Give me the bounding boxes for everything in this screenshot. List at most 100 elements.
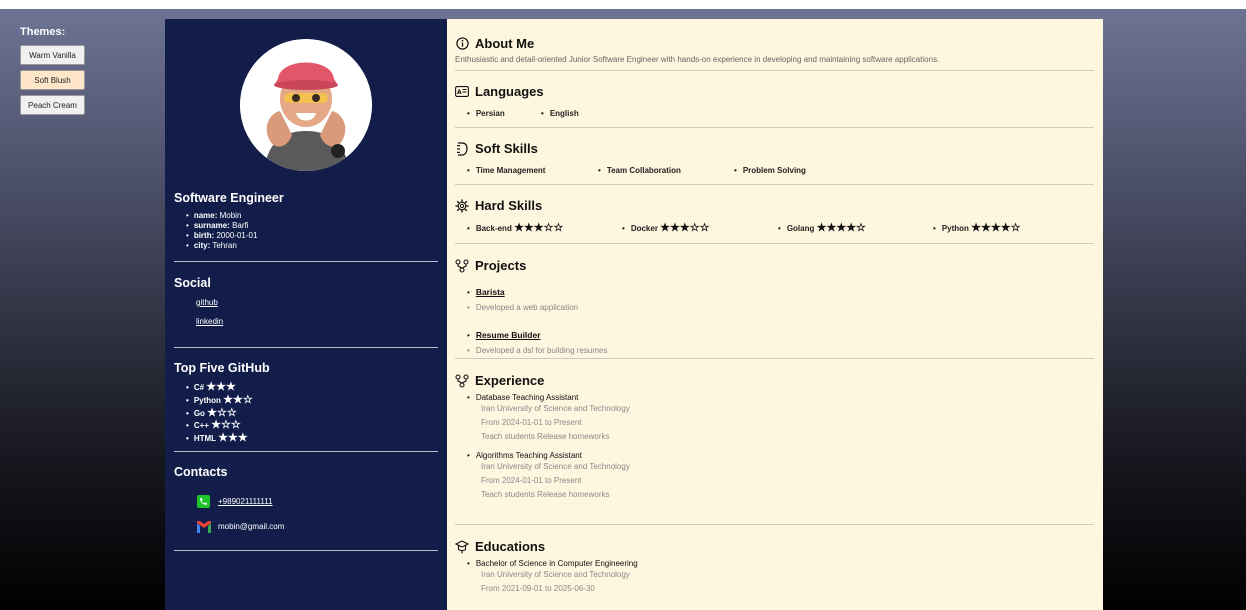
hard-skill-item: Golang ★★★★☆ xyxy=(778,221,933,234)
github-link[interactable]: github xyxy=(196,298,438,307)
soft-skill-item: Team Collaboration xyxy=(598,166,734,175)
info-icon xyxy=(455,37,469,51)
linkedin-link[interactable]: linkedin xyxy=(196,317,438,326)
soft-skills-heading: Soft Skills xyxy=(455,141,1094,156)
project-desc: Developed a web application xyxy=(475,303,579,312)
hard-skills-section: Hard Skills Back-end ★★★☆☆ Docker ★★★☆☆ … xyxy=(455,185,1094,244)
github-item-html: HTML ★★★ xyxy=(186,432,438,445)
experience-org: Iran University of Science and Technolog… xyxy=(481,462,630,472)
about-heading: About Me xyxy=(455,36,1094,51)
avatar-illustration xyxy=(240,39,372,171)
divider xyxy=(174,261,438,262)
experience-desc: Teach students Release homeworks xyxy=(481,431,610,441)
hard-skill-item: Python ★★★★☆ xyxy=(933,221,1021,234)
languages-list: Persian English xyxy=(455,109,1094,118)
theme-button-warm-vanilla[interactable]: Warm Vanilla xyxy=(20,45,85,65)
education-degree: Bachelor of Science in Computer Engineer… xyxy=(475,559,638,568)
phone-link[interactable]: +989021111111 xyxy=(218,497,273,506)
star-rating: ★☆☆ xyxy=(211,419,241,432)
contacts-title: Contacts xyxy=(174,464,228,479)
experience-org: Iran University of Science and Technolog… xyxy=(481,404,630,413)
top-border xyxy=(0,0,1246,9)
hard-skill-item: Back-end ★★★☆☆ xyxy=(467,221,622,234)
profile-role: Software Engineer xyxy=(174,191,284,205)
experience-role: Algorithms Teaching Assistant xyxy=(475,451,582,461)
experience-item: • Database Teaching Assistant Iran Univer… xyxy=(455,393,1094,443)
contacts-section: Contacts +989021111111 mobin@gmail.com xyxy=(174,465,438,551)
profile-field-city: city: Tehran xyxy=(186,241,438,251)
experience-desc: Teach students Release homeworks xyxy=(481,489,610,499)
hard-skills-list: Back-end ★★★☆☆ Docker ★★★☆☆ Golang ★★★★☆… xyxy=(455,221,1094,234)
contact-email: mobin@gmail.com xyxy=(197,520,438,533)
theme-button-peach-cream[interactable]: Peach Cream xyxy=(20,95,85,115)
resume-main: About Me Enthusiastic and detail-oriente… xyxy=(447,19,1103,610)
projects-heading: Projects xyxy=(455,258,1094,273)
education-period: From 2021-09-01 to 2025-06-30 xyxy=(481,583,595,593)
github-item-cpp: C++ ★☆☆ xyxy=(186,419,438,432)
resume-sidebar: Software Engineer name: Mobin surname: B… xyxy=(165,19,447,610)
experience-heading: Experience xyxy=(455,373,1094,388)
divider xyxy=(174,347,438,348)
education-section: Educations • Bachelor of Science in Compu… xyxy=(455,525,1094,596)
github-item-csharp: C# ★★★ xyxy=(186,381,438,394)
project-link-barista[interactable]: Barista xyxy=(476,287,505,297)
themes-title: Themes: xyxy=(20,26,66,38)
star-rating: ★★★☆☆ xyxy=(660,222,710,234)
divider xyxy=(174,549,438,551)
experience-icon xyxy=(455,373,469,388)
language-item: Persian xyxy=(467,109,541,118)
soft-skill-item: Time Management xyxy=(467,166,598,175)
languages-section: A Languages Persian English xyxy=(455,71,1094,128)
star-rating: ★★★ xyxy=(218,432,248,445)
education-org: Iran University of Science and Technolog… xyxy=(481,570,630,579)
hard-skill-item: Docker ★★★☆☆ xyxy=(622,221,778,234)
graduation-cap-icon xyxy=(455,539,469,554)
project-desc: Developed a dsl for building resumes xyxy=(475,346,608,355)
project-item: • Resume Builder • Developed a dsl for bui… xyxy=(467,330,608,355)
experience-period: From 2024-01-01 to Present xyxy=(481,476,582,486)
experience-role: Database Teaching Assistant xyxy=(475,393,579,402)
gear-icon xyxy=(455,199,469,213)
language-item: English xyxy=(541,109,579,118)
experience-section: Experience • Database Teaching Assistant … xyxy=(455,359,1094,525)
gmail-icon xyxy=(197,520,211,533)
profile-field-birth: birth: 2000-01-01 xyxy=(186,231,438,241)
experience-period: From 2024-01-01 to Present xyxy=(481,417,582,427)
social-title: Social xyxy=(174,276,211,290)
soft-skill-item: Problem Solving xyxy=(734,166,806,175)
contact-phone: +989021111111 xyxy=(197,494,438,508)
profile-section: Software Engineer name: Mobin surname: B… xyxy=(174,191,438,262)
star-rating: ★☆☆ xyxy=(207,406,237,419)
github-section: Top Five GitHub C# ★★★ Python ★★☆ Go ★☆☆… xyxy=(174,361,438,452)
phone-icon xyxy=(197,494,210,508)
theme-button-soft-blush[interactable]: Soft Blush xyxy=(20,70,85,90)
soft-skills-section: Soft Skills Time Management Team Collabo… xyxy=(455,128,1094,185)
github-item-python: Python ★★☆ xyxy=(186,394,438,407)
svg-text:A: A xyxy=(457,89,462,96)
languages-heading: A Languages xyxy=(455,84,544,99)
email-text: mobin@gmail.com xyxy=(218,522,285,532)
social-section: Social github linkedin xyxy=(174,276,438,348)
about-section: About Me Enthusiastic and detail-oriente… xyxy=(455,19,1094,71)
star-rating: ★★★ xyxy=(206,381,236,393)
education-item: • Bachelor of Science in Computer Enginee… xyxy=(455,559,1094,596)
divider xyxy=(174,450,438,452)
education-heading: Educations xyxy=(455,539,1094,554)
star-rating: ★★☆ xyxy=(223,393,253,406)
profile-field-surname: surname: Barfi xyxy=(186,221,438,231)
about-text: Enthusiastic and detail-oriented Junior … xyxy=(455,55,940,64)
star-rating: ★★★★☆ xyxy=(971,222,1021,234)
profile-info-list: name: Mobin surname: Barfi birth: 2000-0… xyxy=(174,211,438,251)
avatar xyxy=(240,39,372,171)
hard-skills-heading: Hard Skills xyxy=(455,198,1094,213)
star-rating: ★★★☆☆ xyxy=(514,222,564,234)
github-title: Top Five GitHub xyxy=(174,361,270,375)
profile-field-name: name: Mobin xyxy=(186,211,438,221)
soft-skills-list: Time Management Team Collaboration Probl… xyxy=(455,166,1094,175)
project-link-resume-builder[interactable]: Resume Builder xyxy=(476,330,541,340)
brain-icon xyxy=(455,141,469,156)
projects-section: Projects • Barista • Developed a web appli… xyxy=(455,244,1094,359)
themes-panel: Themes: Warm Vanilla Soft Blush Peach Cr… xyxy=(20,26,90,120)
github-item-go: Go ★☆☆ xyxy=(186,407,438,420)
projects-icon xyxy=(455,258,469,273)
